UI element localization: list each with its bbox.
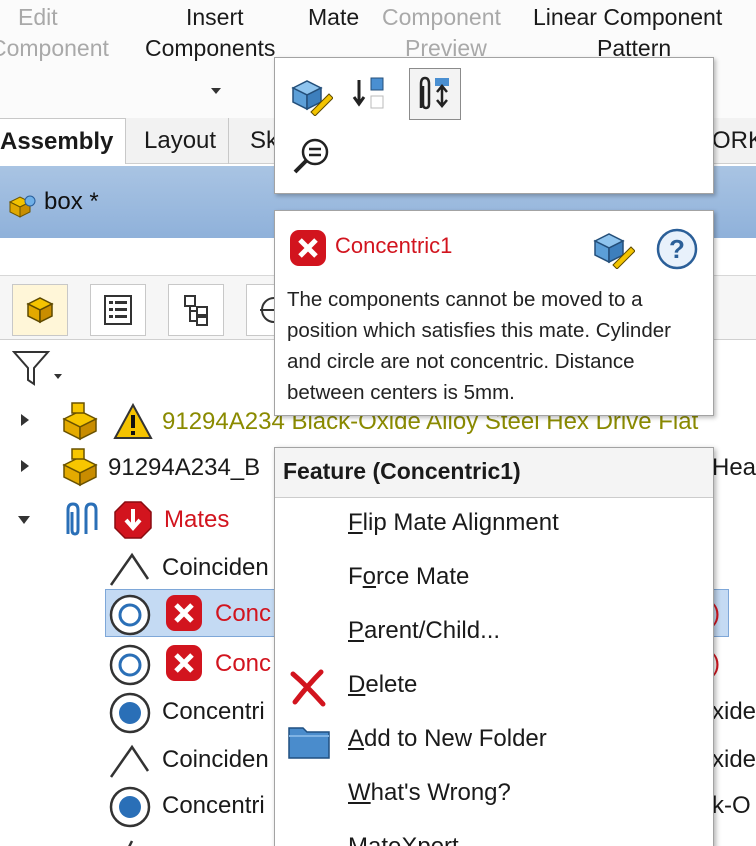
error-stop-icon (113, 500, 153, 547)
error-x-icon (165, 644, 203, 689)
menu-item-matexpert[interactable]: MateXpert (275, 822, 713, 846)
tab-assembly[interactable]: Assembly (0, 118, 127, 164)
mate-label: Conc (215, 650, 272, 677)
error-x-icon (289, 229, 327, 272)
delete-x-icon (287, 666, 329, 715)
menu-item-whats-wrong[interactable]: What's Wrong? (275, 768, 713, 822)
collapse-arrow-icon[interactable] (18, 516, 30, 524)
concentric-mate-icon (108, 593, 152, 644)
configurationmanager-tab[interactable] (168, 284, 224, 336)
edit-feature-icon (291, 80, 333, 116)
zoom-to-selection-button[interactable] (285, 130, 337, 182)
tooltip-error-message: The components cannot be moved to a posi… (287, 288, 671, 404)
tree-component-label-tail: Hea (712, 454, 756, 481)
configurationmanager-icon (184, 295, 208, 326)
linear-component-pattern-button[interactable]: Linear Component (533, 0, 722, 34)
propertymanager-tab[interactable] (90, 284, 146, 336)
document-title: box * (44, 188, 99, 215)
edit-component-button[interactable]: Edit (18, 0, 58, 34)
menu-item-flip-mate-alignment[interactable]: Flip Mate Alignment (275, 498, 713, 552)
menu-header: Feature (Concentric1) (275, 448, 713, 498)
menu-item-force-mate[interactable]: Force Mate (275, 552, 713, 606)
suppress-button[interactable] (347, 68, 399, 120)
featuremanager-tab[interactable] (12, 284, 68, 336)
filter-icon[interactable] (11, 348, 72, 395)
edit-feature-button[interactable] (285, 68, 337, 120)
component-preview-button[interactable]: Component (382, 0, 501, 34)
mate-controller-button[interactable] (409, 68, 461, 120)
folder-icon (287, 720, 331, 769)
help-icon[interactable]: ? (655, 227, 699, 276)
mate-label: Concentri (162, 698, 265, 725)
menu-item-delete[interactable]: Delete (275, 660, 713, 714)
propertymanager-icon (104, 295, 132, 325)
part-icon (58, 447, 102, 494)
menu-item-parent-child[interactable]: Parent/Child... (275, 606, 713, 660)
context-toolbar (274, 57, 714, 194)
mate-label: Conc (215, 600, 272, 627)
expand-arrow-icon[interactable] (21, 414, 29, 426)
mates-folder-label: Mates (164, 506, 230, 533)
insert-components-label: Components (145, 35, 276, 61)
mate-label-tail: k-O (712, 792, 751, 819)
mate-label-tail: xide (712, 698, 756, 725)
tree-component-label: 91294A234_B (108, 454, 261, 481)
mate-button[interactable]: Mate (308, 0, 359, 34)
menu-item-add-to-new-folder[interactable]: Add to New Folder (275, 714, 713, 768)
edit-component-label: Component (0, 35, 109, 61)
suppress-icon (352, 77, 384, 109)
zoom-to-selection-icon (293, 138, 329, 174)
featuremanager-icon (26, 297, 54, 324)
insert-components-button[interactable]: Insert (186, 0, 244, 34)
mates-paperclip-icon (56, 500, 100, 547)
mate-error-tooltip: Concentric1 ? The components cannot be m… (274, 210, 714, 416)
mate-label-tail: xide (712, 746, 756, 773)
coincident-mate-icon (108, 832, 150, 846)
mate-label: Concentri (162, 792, 265, 819)
mate-label: Coinciden (162, 554, 269, 581)
expand-arrow-icon[interactable] (21, 460, 29, 472)
tooltip-mate-name: Concentric1 (335, 233, 453, 258)
assembly-icon (6, 192, 38, 225)
insert-components-dropdown-icon[interactable] (211, 88, 221, 94)
tab-layout[interactable]: Layout (132, 118, 230, 164)
mate-label: Coinciden (162, 746, 269, 773)
part-icon (58, 401, 102, 448)
error-x-icon (165, 594, 203, 639)
concentric-mate-icon (108, 785, 152, 836)
edit-feature-icon[interactable] (591, 225, 636, 274)
svg-text:?: ? (669, 234, 685, 264)
mate-paperclip-icon (419, 76, 449, 110)
feature-context-menu: Feature (Concentric1) Flip Mate Alignmen… (274, 447, 714, 846)
